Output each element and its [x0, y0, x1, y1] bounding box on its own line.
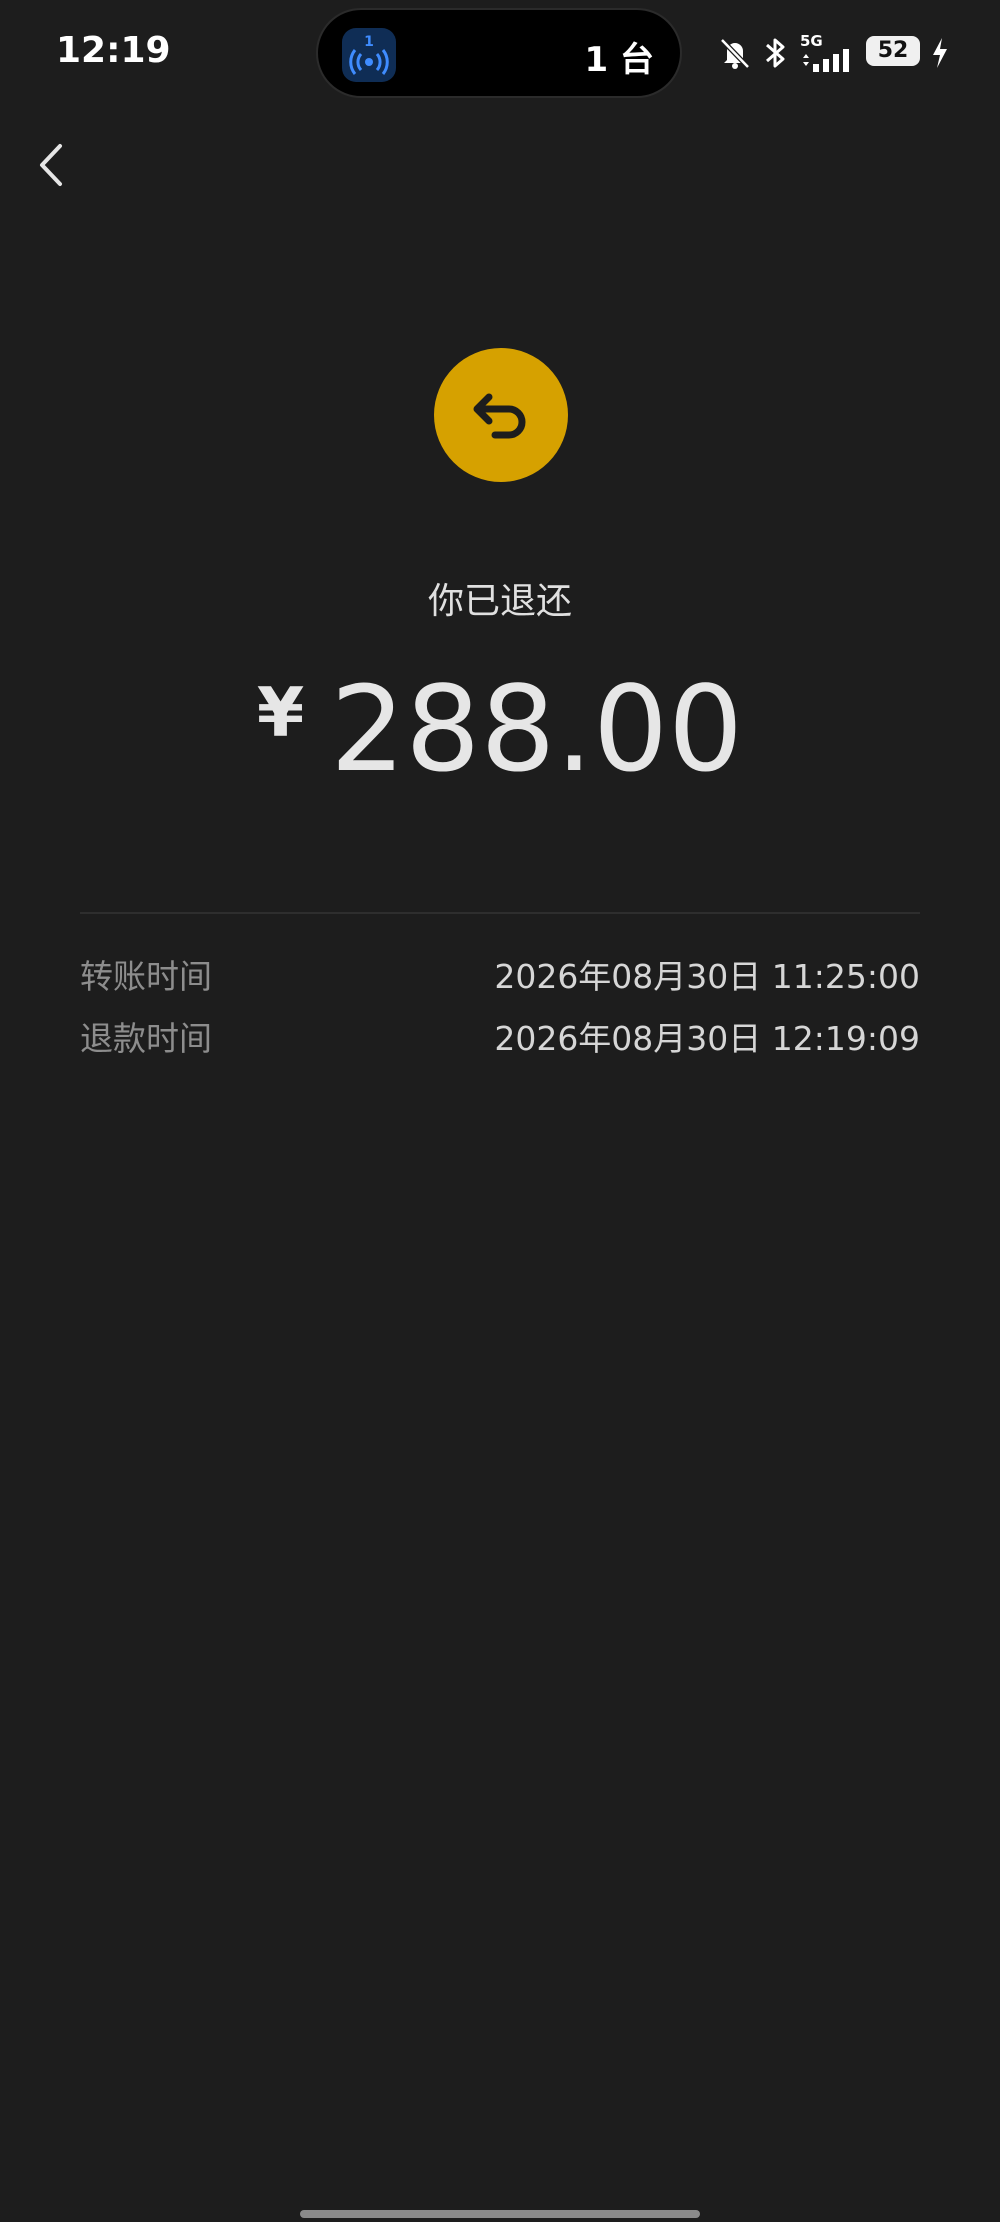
status-icons: 5G 52: [718, 28, 988, 78]
detail-label: 转账时间: [80, 957, 212, 996]
status-bar: 12:19 1 1 台 5G 52: [0, 0, 1000, 110]
chevron-left-icon[interactable]: [28, 140, 78, 190]
status-time: 12:19: [56, 30, 171, 71]
detail-row-transfer-time: 转账时间 2026年08月30日 11:25:00: [80, 950, 920, 1000]
detail-label: 退款时间: [80, 1019, 212, 1058]
detail-value: 2026年08月30日 12:19:09: [494, 1019, 920, 1058]
refund-status-title: 你已退还: [427, 581, 572, 622]
dynamic-island[interactable]: 1 1 台: [316, 8, 682, 98]
battery-icon: 52: [866, 36, 920, 66]
charging-icon: [933, 38, 947, 68]
divider: [80, 912, 920, 914]
signal-icon: [803, 49, 849, 72]
app-radio-icon[interactable]: 1: [342, 28, 396, 82]
island-count: 1 台: [584, 40, 655, 80]
detail-value: 2026年08月30日 11:25:00: [494, 957, 920, 996]
detail-row-refund-time: 退款时间 2026年08月30日 12:19:09: [80, 1012, 920, 1062]
bell-muted-icon: [720, 38, 750, 69]
refund-amount: ¥288.00: [0, 660, 1000, 798]
refund-badge: [434, 348, 568, 482]
home-indicator[interactable]: [300, 2210, 700, 2218]
return-arrow-icon: [473, 393, 526, 439]
island-app-badge: 1: [364, 34, 374, 50]
amount-value: 288.00: [330, 660, 744, 798]
back-button[interactable]: [28, 140, 78, 190]
bluetooth-icon: [766, 38, 785, 68]
currency-symbol: ¥: [256, 674, 305, 753]
